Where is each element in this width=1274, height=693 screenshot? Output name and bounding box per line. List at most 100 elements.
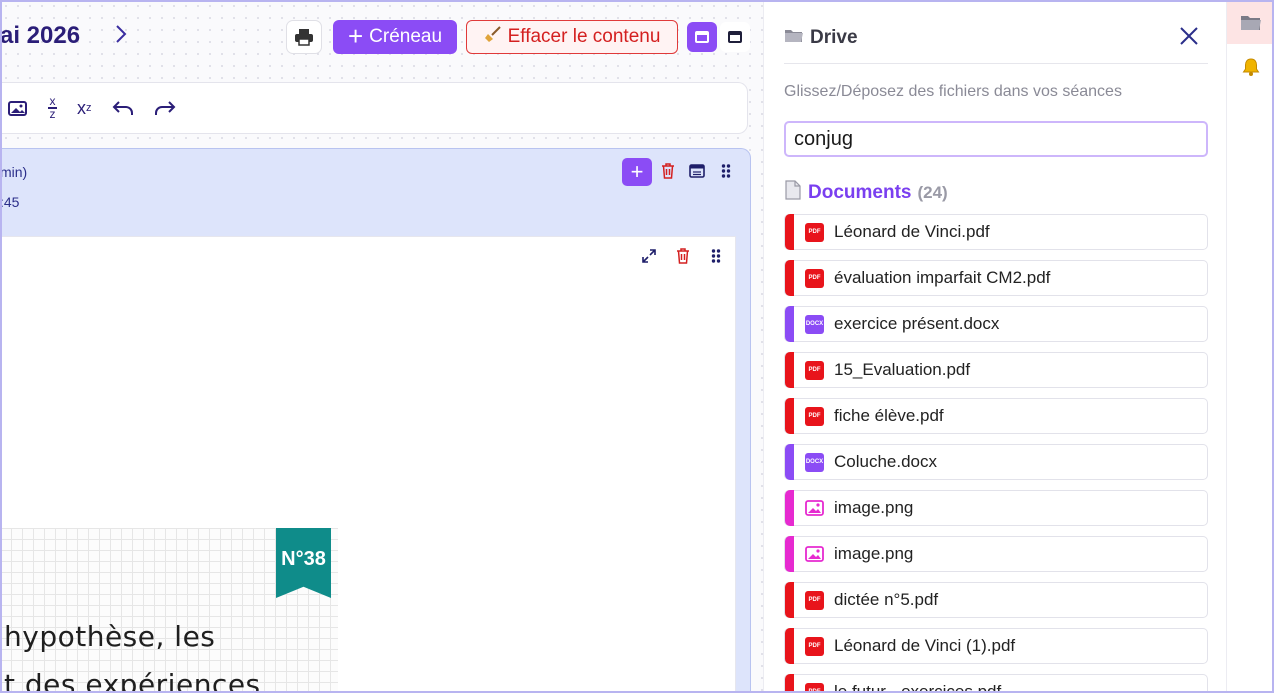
undo-icon[interactable] bbox=[112, 100, 134, 116]
window-icon bbox=[728, 31, 742, 43]
file-item[interactable]: PDF Léonard de Vinci.pdf bbox=[784, 214, 1208, 250]
planner-area: ai 2026 + Créneau Effacer le contenu x z… bbox=[0, 0, 763, 693]
add-content-button[interactable]: + bbox=[622, 158, 652, 186]
session-time: :45 bbox=[0, 194, 20, 210]
document-preview: N°38 hypothèse, les t des expériences bbox=[0, 528, 338, 693]
view-mode-day-button[interactable] bbox=[687, 22, 717, 52]
file-name: Léonard de Vinci.pdf bbox=[834, 222, 990, 241]
chevron-right-icon[interactable] bbox=[114, 24, 128, 50]
divider bbox=[784, 63, 1208, 64]
trash-icon[interactable] bbox=[674, 247, 692, 265]
file-item[interactable]: PDF évaluation imparfait CM2.pdf bbox=[784, 260, 1208, 296]
drive-hint: Glissez/Déposez des fichiers dans vos sé… bbox=[784, 83, 1122, 100]
file-type-stripe bbox=[785, 352, 794, 388]
file-name: Coluche.docx bbox=[834, 452, 938, 471]
calendar-icon[interactable] bbox=[688, 162, 706, 180]
editor-toolbar: x z xz bbox=[0, 82, 748, 134]
view-mode-week-button[interactable] bbox=[720, 22, 750, 52]
file-name: exercice présent.docx bbox=[834, 314, 1000, 333]
image-icon[interactable] bbox=[8, 100, 28, 116]
file-type-stripe bbox=[785, 444, 794, 480]
drive-toggle-button[interactable] bbox=[1227, 0, 1274, 44]
docx-file-icon: DOCX bbox=[805, 452, 824, 472]
file-type-stripe bbox=[785, 674, 794, 693]
file-list: PDF Léonard de Vinci.pdf PDF évaluation imp… bbox=[784, 214, 1208, 693]
drag-handle-icon[interactable] bbox=[707, 247, 725, 265]
file-name: le futur - exercices.pdf bbox=[834, 682, 1002, 693]
pdf-file-icon: PDF bbox=[805, 590, 824, 610]
file-type-stripe bbox=[785, 260, 794, 296]
documents-count: (24) bbox=[917, 183, 948, 202]
file-item[interactable]: PDF Léonard de Vinci (1).pdf bbox=[784, 628, 1208, 664]
plus-icon: + bbox=[630, 159, 644, 184]
notifications-button[interactable] bbox=[1227, 52, 1274, 82]
drive-panel: Drive Glissez/Déposez des fichiers dans … bbox=[763, 0, 1226, 693]
document-text-line: hypothèse, les bbox=[4, 620, 216, 653]
clear-content-label: Effacer le contenu bbox=[507, 26, 661, 47]
image-file-icon bbox=[805, 499, 824, 518]
drag-handle-icon[interactable] bbox=[717, 162, 735, 180]
page-title: ai 2026 bbox=[0, 22, 81, 49]
pdf-file-icon: PDF bbox=[805, 222, 824, 242]
file-item[interactable]: PDF 15_Evaluation.pdf bbox=[784, 352, 1208, 388]
plus-icon: + bbox=[347, 20, 364, 51]
documents-label: Documents bbox=[808, 182, 912, 203]
printer-icon bbox=[295, 29, 313, 46]
file-name: Léonard de Vinci (1).pdf bbox=[834, 636, 1016, 655]
pdf-file-icon: PDF bbox=[805, 682, 824, 693]
file-item[interactable]: DOCX exercice présent.docx bbox=[784, 306, 1208, 342]
redo-icon[interactable] bbox=[154, 100, 176, 116]
window-icon bbox=[695, 31, 709, 43]
file-item[interactable]: image.png bbox=[784, 490, 1208, 526]
fraction-top: x bbox=[49, 94, 56, 109]
clear-content-button[interactable]: Effacer le contenu bbox=[466, 20, 678, 54]
file-item[interactable]: PDF dictée n°5.pdf bbox=[784, 582, 1208, 618]
file-item[interactable]: DOCX Coluche.docx bbox=[784, 444, 1208, 480]
fraction-bottom: z bbox=[49, 106, 56, 121]
file-item[interactable]: image.png bbox=[784, 536, 1208, 572]
document-badge: N°38 bbox=[276, 528, 331, 598]
file-type-stripe bbox=[785, 306, 794, 342]
document-text-line: t des expériences bbox=[4, 668, 261, 693]
add-slot-button[interactable]: + Créneau bbox=[333, 20, 457, 54]
file-name: image.png bbox=[834, 544, 914, 563]
expand-icon[interactable] bbox=[640, 247, 658, 265]
file-type-stripe bbox=[785, 536, 794, 572]
drive-title: Drive bbox=[784, 27, 858, 49]
pdf-file-icon: PDF bbox=[805, 406, 824, 426]
file-name: dictée n°5.pdf bbox=[834, 590, 939, 609]
close-icon[interactable] bbox=[1177, 24, 1201, 48]
print-button[interactable] bbox=[286, 20, 322, 54]
file-name: image.png bbox=[834, 498, 914, 517]
document-icon bbox=[784, 180, 802, 206]
file-type-stripe bbox=[785, 628, 794, 664]
fraction-icon[interactable]: x z bbox=[48, 94, 57, 121]
file-type-stripe bbox=[785, 490, 794, 526]
add-slot-label: Créneau bbox=[369, 26, 443, 47]
pdf-file-icon: PDF bbox=[805, 268, 824, 288]
file-type-stripe bbox=[785, 582, 794, 618]
pdf-file-icon: PDF bbox=[805, 636, 824, 656]
superscript-base: x bbox=[77, 97, 86, 118]
bell-icon bbox=[1242, 58, 1260, 76]
file-name: évaluation imparfait CM2.pdf bbox=[834, 268, 1051, 287]
file-type-stripe bbox=[785, 214, 794, 250]
broom-icon bbox=[484, 25, 502, 49]
folder-icon bbox=[1241, 16, 1261, 30]
right-rail bbox=[1226, 0, 1274, 693]
drive-title-label: Drive bbox=[810, 27, 858, 48]
file-name: fiche élève.pdf bbox=[834, 406, 944, 425]
session-block: min) :45 + N°38 hypothèse, les t des exp… bbox=[0, 148, 751, 693]
pdf-file-icon: PDF bbox=[805, 360, 824, 380]
content-card: N°38 hypothèse, les t des expériences bbox=[0, 236, 736, 693]
superscript-icon[interactable]: xz bbox=[77, 98, 92, 119]
trash-icon[interactable] bbox=[659, 162, 677, 180]
file-name: 15_Evaluation.pdf bbox=[834, 360, 971, 379]
file-item[interactable]: PDF fiche élève.pdf bbox=[784, 398, 1208, 434]
drive-search-input[interactable] bbox=[784, 121, 1208, 157]
file-type-stripe bbox=[785, 398, 794, 434]
documents-header[interactable]: Documents (24) bbox=[784, 180, 948, 206]
session-duration: min) bbox=[0, 164, 28, 180]
superscript-exp: z bbox=[86, 102, 92, 114]
file-item[interactable]: PDF le futur - exercices.pdf bbox=[784, 674, 1208, 693]
